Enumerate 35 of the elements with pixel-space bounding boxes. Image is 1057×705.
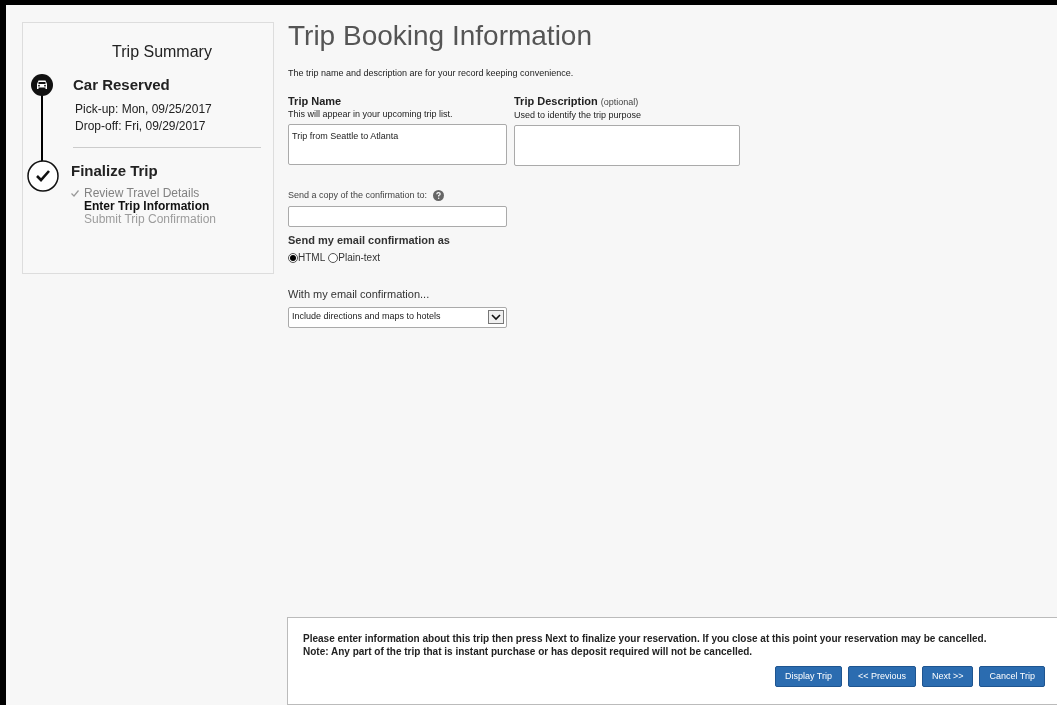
field-label: With my email confirmation... [288, 287, 431, 302]
field-label: Trip Description [514, 94, 598, 107]
substep-label: Enter Trip Information [84, 200, 210, 213]
panel-title: Trip Summary [111, 42, 213, 62]
check-icon [27, 160, 59, 192]
footer-note: Note: Any part of the trip that is instant purchase or has deposit required will not be cancelled. [303, 645, 754, 658]
field-label: Send a copy of the confirmation to: [288, 188, 428, 202]
chevron-down-icon [488, 310, 504, 324]
step-title: Car Reserved [73, 75, 171, 95]
field-label: Send my email confirmation as [288, 234, 451, 247]
help-icon[interactable] [433, 189, 445, 201]
car-icon [31, 74, 53, 96]
radio-option[interactable]: HTML [288, 250, 326, 265]
radio-option[interactable]: Plain-text [328, 250, 380, 265]
substep-label: Review Travel Details [84, 187, 200, 200]
footer-button[interactable]: Cancel Trip [979, 666, 1045, 687]
footer-button[interactable]: Next >> [921, 666, 974, 687]
field-hint: Used to identify the trip purpose [514, 108, 643, 121]
field-hint: This will appear in your upcoming trip list. [288, 107, 454, 120]
footer-message: Please enter information about this trip then press Next to finalize your reservation. If you close at this point your reservation may be cancelled. [303, 632, 988, 645]
step-title: Finalize Trip [71, 161, 159, 181]
date-text: Drop-off: Fri, 09/29/2017 [75, 118, 207, 135]
trip-name-field[interactable]: Trip from Seattle to Atlanta [288, 123, 507, 165]
optional-text: (optional) [600, 96, 639, 107]
footer-button[interactable]: << Previous [847, 666, 916, 687]
page-title: Trip Booking Information [288, 19, 593, 53]
field-label: Trip Name [288, 94, 343, 108]
email-field[interactable] [288, 206, 507, 227]
intro-text: The trip name and description are for your record keeping convenience. [288, 67, 575, 80]
footer-button[interactable]: Display Trip [774, 666, 842, 687]
confirmation-dropdown[interactable]: Include directions and maps to hotels [288, 306, 507, 328]
trip-description-field[interactable] [514, 124, 740, 166]
check-icon [71, 190, 79, 197]
date-text: Pick-up: Mon, 09/25/2017 [75, 101, 213, 118]
substep-label: Submit Trip Confirmation [84, 213, 217, 226]
